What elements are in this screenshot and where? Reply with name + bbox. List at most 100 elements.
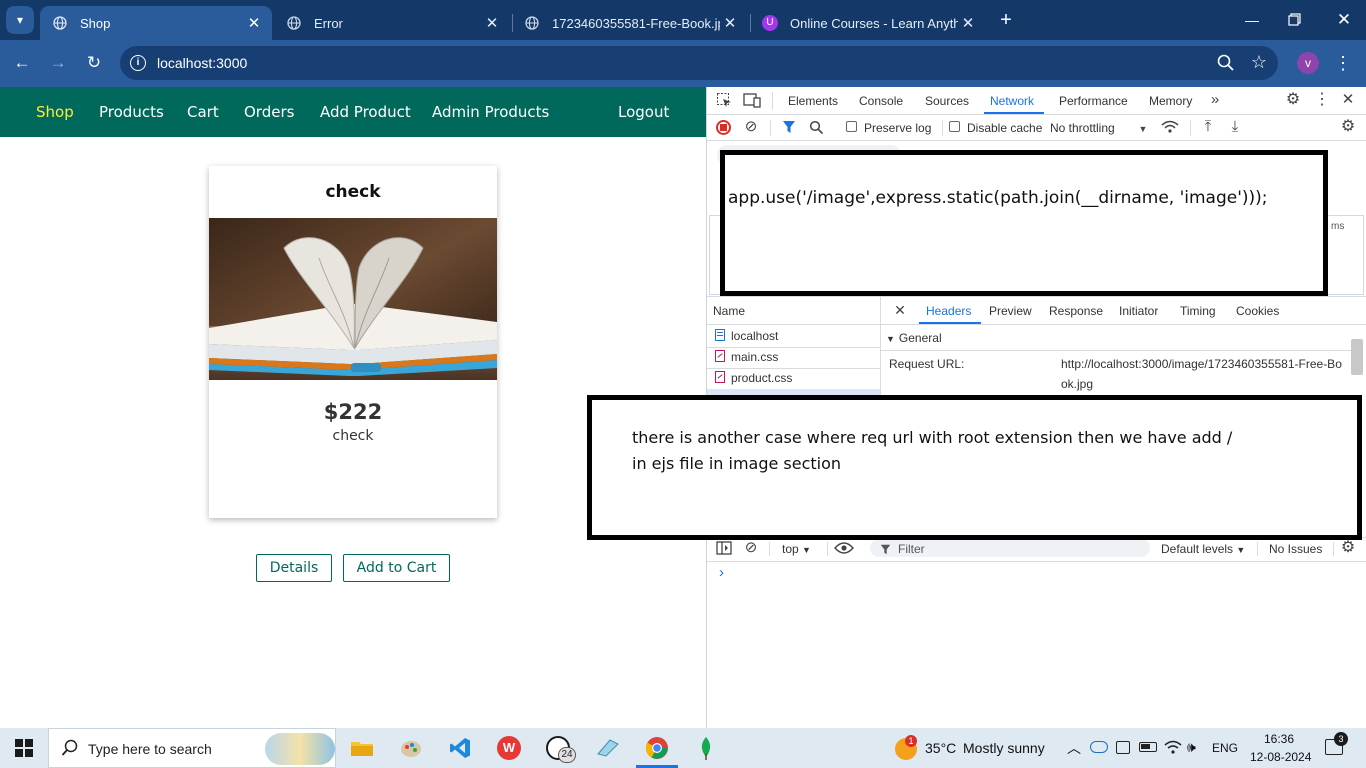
back-icon[interactable]: ← bbox=[10, 52, 34, 76]
devtools-tab-elements[interactable]: Elements bbox=[788, 94, 838, 108]
tab-shop[interactable]: Shop ✕ bbox=[40, 6, 272, 40]
details-scrollbar[interactable] bbox=[1351, 339, 1363, 375]
devtools-tab-network[interactable]: Network bbox=[990, 94, 1034, 108]
detail-tab-cookies[interactable]: Cookies bbox=[1236, 304, 1279, 318]
close-tab-icon[interactable]: ✕ bbox=[720, 14, 740, 32]
throttling-select[interactable]: No throttling bbox=[1050, 121, 1115, 135]
weather-text[interactable]: Mostly sunny bbox=[963, 740, 1045, 756]
devtools-tab-memory[interactable]: Memory bbox=[1149, 94, 1192, 108]
clear-console-icon[interactable]: ⊘ bbox=[743, 540, 759, 556]
clock-date[interactable]: 12-08-2024 bbox=[1250, 750, 1311, 764]
volume-icon[interactable]: 🕪 bbox=[1187, 739, 1196, 756]
chrome-icon[interactable] bbox=[643, 734, 671, 762]
chevron-up-icon[interactable]: ︿ bbox=[1067, 738, 1081, 758]
record-stop-icon[interactable] bbox=[716, 120, 731, 135]
sticky-notes-icon[interactable] bbox=[594, 734, 622, 762]
device-toolbar-icon[interactable] bbox=[743, 92, 761, 111]
detail-tab-initiator[interactable]: Initiator bbox=[1119, 304, 1158, 318]
eye-icon[interactable] bbox=[834, 541, 854, 555]
chevron-down-icon[interactable]: ▼ bbox=[1137, 121, 1149, 137]
address-bar[interactable]: i localhost:3000 bbox=[120, 46, 1278, 80]
settings-gear-icon[interactable]: ⚙ bbox=[1285, 92, 1301, 108]
taskbar-search-box[interactable]: Type here to search bbox=[48, 728, 336, 768]
reload-icon[interactable]: ↻ bbox=[82, 52, 106, 76]
device-icon[interactable] bbox=[1116, 741, 1130, 754]
clock-time[interactable]: 16:36 bbox=[1264, 732, 1294, 746]
log-levels-select[interactable]: Default levels ▼ bbox=[1161, 542, 1245, 556]
general-section-toggle[interactable]: ▼ General bbox=[886, 331, 942, 345]
paint-icon[interactable] bbox=[397, 734, 425, 762]
close-tab-icon[interactable]: ✕ bbox=[958, 14, 978, 32]
browser-menu-icon[interactable]: ⋮ bbox=[1334, 52, 1352, 74]
add-to-cart-button[interactable]: Add to Cart bbox=[343, 554, 450, 582]
close-devtools-icon[interactable]: ✕ bbox=[1340, 92, 1356, 108]
inspect-element-icon[interactable] bbox=[716, 92, 732, 111]
vscode-icon[interactable] bbox=[446, 734, 474, 762]
zoom-icon[interactable] bbox=[1216, 53, 1236, 73]
tab-image[interactable]: 1723460355581-Free-Book.jpg ✕ bbox=[512, 6, 748, 40]
more-tabs-icon[interactable]: » bbox=[1207, 92, 1223, 108]
context-select[interactable]: top ▼ bbox=[782, 542, 811, 556]
forward-icon[interactable]: → bbox=[46, 52, 70, 76]
nav-admin-products[interactable]: Admin Products bbox=[432, 103, 549, 121]
bookmark-star-icon[interactable]: ☆ bbox=[1248, 51, 1270, 73]
site-info-icon[interactable]: i bbox=[130, 55, 146, 71]
preserve-log-checkbox[interactable] bbox=[846, 121, 857, 132]
detail-tab-headers[interactable]: Headers bbox=[926, 304, 971, 318]
request-row-main-css[interactable]: main.css bbox=[731, 350, 778, 364]
window-close-icon[interactable]: ✕ bbox=[1332, 8, 1356, 32]
issues-counter[interactable]: No Issues bbox=[1269, 542, 1322, 556]
tab-search-button[interactable]: ▾ bbox=[6, 6, 34, 34]
import-har-icon[interactable]: ⤒ bbox=[1200, 119, 1216, 135]
sidebar-toggle-icon[interactable] bbox=[716, 541, 732, 558]
devtools-menu-icon[interactable]: ⋮ bbox=[1314, 92, 1330, 108]
devtools-tab-sources[interactable]: Sources bbox=[925, 94, 969, 108]
tab-udemy[interactable]: U Online Courses - Learn Anything ✕ bbox=[750, 6, 986, 40]
tab-error[interactable]: Error ✕ bbox=[274, 6, 510, 40]
console-settings-icon[interactable]: ⚙ bbox=[1340, 540, 1356, 556]
nav-orders[interactable]: Orders bbox=[244, 103, 294, 121]
name-column-header[interactable]: Name bbox=[713, 304, 745, 318]
url-text[interactable]: localhost:3000 bbox=[157, 55, 247, 71]
close-tab-icon[interactable]: ✕ bbox=[482, 14, 502, 32]
close-details-icon[interactable]: ✕ bbox=[893, 302, 907, 318]
minimize-icon[interactable]: — bbox=[1240, 8, 1264, 32]
notification-center-icon[interactable]: 3 bbox=[1325, 732, 1348, 755]
onedrive-cloud-icon[interactable] bbox=[1090, 741, 1108, 753]
windows-start-icon[interactable] bbox=[14, 738, 34, 758]
detail-tab-preview[interactable]: Preview bbox=[989, 304, 1032, 318]
detail-tab-timing[interactable]: Timing bbox=[1180, 304, 1216, 318]
devtools-tab-console[interactable]: Console bbox=[859, 94, 903, 108]
wifi-icon[interactable] bbox=[1164, 739, 1182, 755]
nav-add-product[interactable]: Add Product bbox=[320, 103, 411, 121]
wps-office-icon[interactable]: W bbox=[495, 734, 523, 762]
new-tab-icon[interactable]: + bbox=[994, 8, 1018, 32]
detail-tab-response[interactable]: Response bbox=[1049, 304, 1103, 318]
whatsapp-icon[interactable]: 24 bbox=[544, 734, 576, 763]
devtools-tab-performance[interactable]: Performance bbox=[1059, 94, 1128, 108]
request-row-localhost[interactable]: localhost bbox=[731, 329, 778, 343]
close-tab-icon[interactable]: ✕ bbox=[244, 14, 264, 32]
details-button[interactable]: Details bbox=[256, 554, 332, 582]
battery-icon[interactable] bbox=[1139, 742, 1157, 752]
clear-icon[interactable]: ⊘ bbox=[743, 119, 759, 135]
divider bbox=[707, 368, 880, 369]
network-settings-icon[interactable]: ⚙ bbox=[1340, 119, 1356, 135]
search-icon[interactable] bbox=[809, 120, 824, 135]
language-indicator[interactable]: ENG bbox=[1212, 741, 1238, 755]
file-explorer-icon[interactable] bbox=[348, 734, 376, 762]
console-prompt[interactable]: › bbox=[719, 564, 724, 581]
weather-temperature[interactable]: 35°C bbox=[925, 740, 956, 756]
export-har-icon[interactable]: ⤓ bbox=[1227, 119, 1243, 135]
network-conditions-icon[interactable] bbox=[1160, 119, 1180, 135]
restore-icon[interactable] bbox=[1285, 10, 1305, 30]
nav-cart[interactable]: Cart bbox=[187, 103, 219, 121]
request-row-product-css[interactable]: product.css bbox=[731, 371, 792, 385]
disable-cache-checkbox[interactable] bbox=[949, 121, 960, 132]
filter-icon[interactable] bbox=[782, 120, 796, 134]
nav-products[interactable]: Products bbox=[99, 103, 164, 121]
nav-shop[interactable]: Shop bbox=[36, 103, 74, 121]
logout-button[interactable]: Logout bbox=[618, 103, 669, 121]
avatar[interactable]: v bbox=[1297, 52, 1319, 74]
mongodb-compass-icon[interactable] bbox=[692, 734, 720, 762]
